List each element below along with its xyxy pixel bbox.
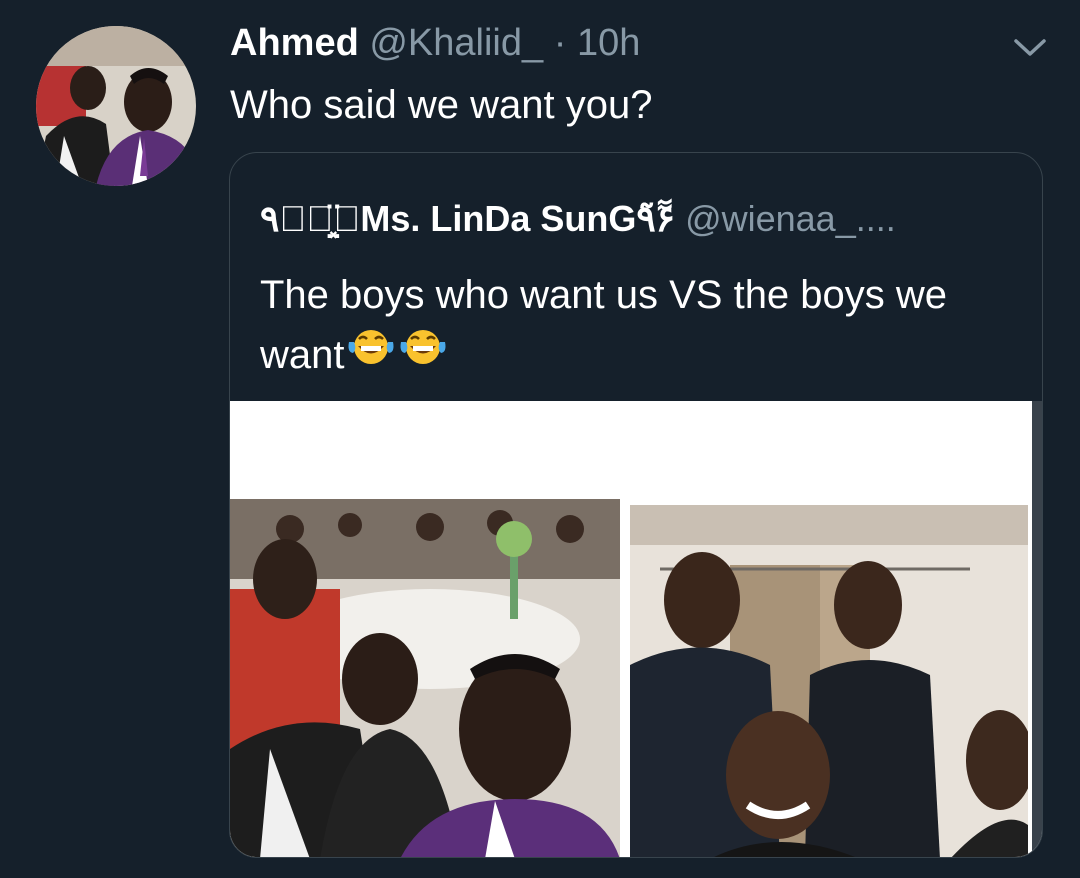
tweet-header: Ahmed @Khaliid_ · 10h: [230, 20, 640, 66]
quoted-author-name: ٩۶̤͓ۜ̈̈ۜMs. LinDa SunG٩̃ٓٓ̃۶: [260, 198, 676, 239]
quoted-tweet-header: ٩۶̤͓ۜ̈̈ۜMs. LinDa SunG٩̃ٓٓ̃۶ @wienaa_...…: [260, 197, 896, 241]
avatar-photo: [36, 26, 196, 186]
timestamp[interactable]: 10h: [577, 22, 640, 64]
quoted-author-handle: @wienaa_....: [685, 198, 896, 239]
tweet-text: Who said we want you?: [230, 83, 653, 127]
quoted-tweet-media[interactable]: [230, 401, 1042, 857]
avatar[interactable]: [36, 26, 196, 186]
author-handle[interactable]: @Khaliid_: [369, 22, 543, 64]
chevron-down-icon[interactable]: [1012, 36, 1048, 60]
tears-of-joy-emoji-icon: [345, 322, 397, 382]
quoted-tweet[interactable]: ٩۶̤͓ۜ̈̈ۜMs. LinDa SunG٩̃ٓٓ̃۶ @wienaa_...…: [229, 152, 1043, 858]
photo-left: [230, 499, 620, 857]
author-name[interactable]: Ahmed: [230, 22, 359, 64]
separator-dot: ·: [553, 22, 567, 64]
media-edge: [1032, 401, 1042, 857]
tears-of-joy-emoji-icon: [397, 322, 449, 382]
quoted-tweet-text-block: The boys who want us VS the boys we want: [260, 265, 980, 385]
photo-right: [630, 505, 1028, 857]
tweet[interactable]: Ahmed @Khaliid_ · 10h Who said we want y…: [0, 0, 1080, 878]
